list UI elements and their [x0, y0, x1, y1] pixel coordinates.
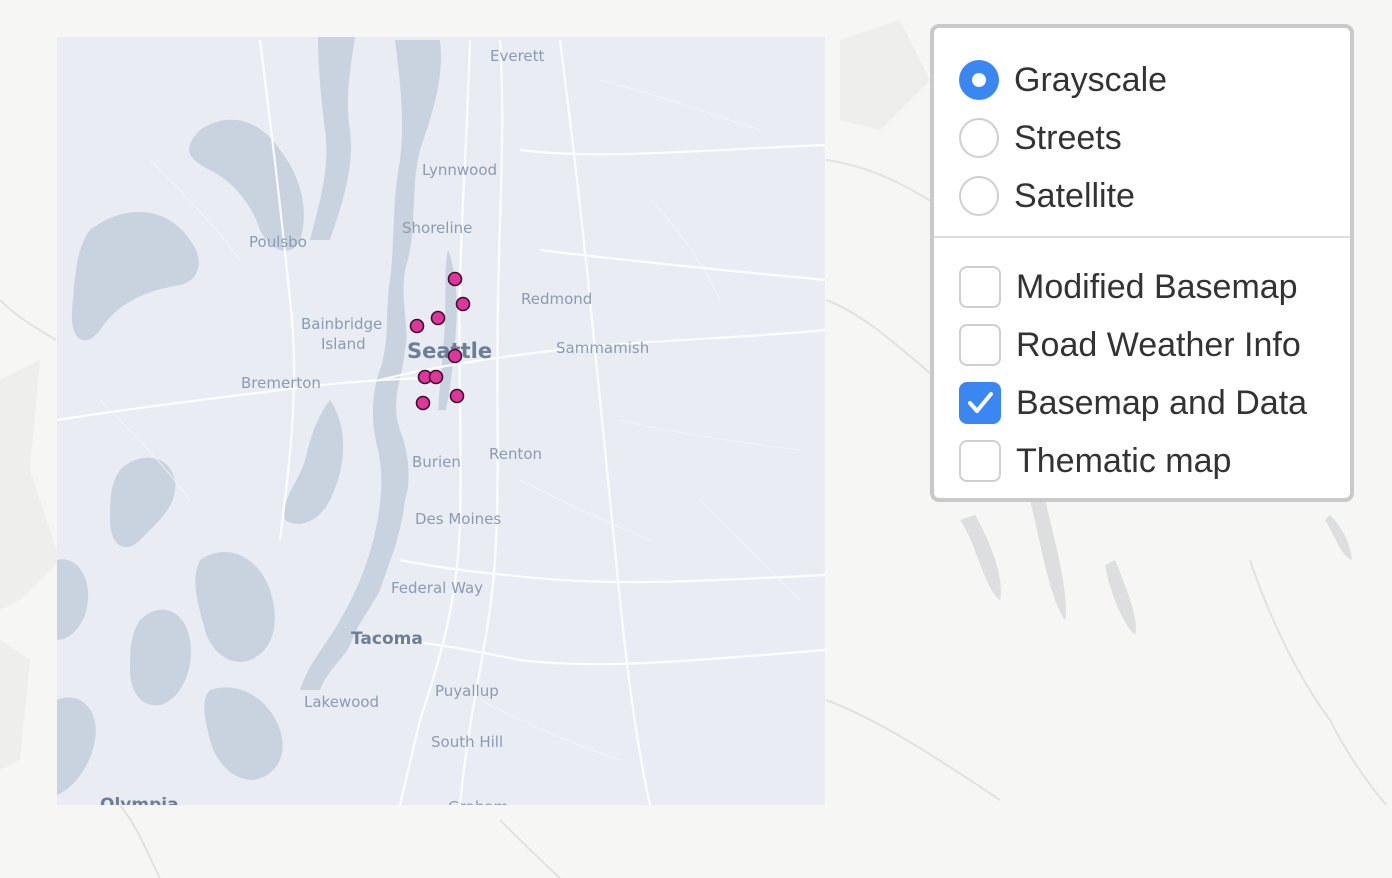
layer-option-satellite[interactable]: Satellite — [959, 174, 1135, 218]
marker-9[interactable] — [415, 395, 431, 411]
modified-basemap-label: Modified Basemap — [1016, 267, 1298, 306]
label-lynnwood: Lynnwood — [422, 161, 497, 179]
layer-option-streets[interactable]: Streets — [959, 116, 1122, 160]
thematic-map-checkbox[interactable] — [959, 440, 1001, 482]
thematic-map-label: Thematic map — [1016, 441, 1232, 480]
label-bremerton: Bremerton — [241, 374, 321, 392]
label-redmond: Redmond — [521, 290, 592, 308]
modified-basemap-checkbox[interactable] — [959, 266, 1001, 308]
overlay-option-road-weather-info[interactable]: Road Weather Info — [959, 323, 1301, 367]
map-bottom-margin — [0, 805, 1392, 878]
marker-5[interactable] — [447, 348, 463, 364]
marker-2[interactable] — [455, 296, 471, 312]
streets-label: Streets — [1014, 118, 1122, 157]
layer-option-grayscale[interactable]: Grayscale — [959, 58, 1167, 102]
label-des-moines: Des Moines — [415, 510, 501, 528]
overlay-option-basemap-and-data[interactable]: Basemap and Data — [959, 381, 1307, 425]
satellite-radio[interactable] — [959, 176, 999, 216]
road-weather-info-checkbox[interactable] — [959, 324, 1001, 366]
label-south-hill: South Hill — [431, 733, 503, 751]
overlay-option-thematic-map[interactable]: Thematic map — [959, 439, 1231, 483]
marker-8[interactable] — [449, 388, 465, 404]
marker-4[interactable] — [409, 318, 425, 334]
layer-separator — [934, 236, 1350, 238]
label-federal-way: Federal Way — [391, 579, 483, 597]
grayscale-label: Grayscale — [1014, 60, 1168, 99]
overlay-option-modified-basemap[interactable]: Modified Basemap — [959, 265, 1298, 309]
label-shoreline: Shoreline — [402, 219, 472, 237]
label-renton: Renton — [489, 445, 542, 463]
label-puyallup: Puyallup — [435, 682, 499, 700]
basemap-and-data-label: Basemap and Data — [1016, 383, 1308, 422]
label-everett: Everett — [490, 47, 545, 65]
label-lakewood: Lakewood — [304, 693, 379, 711]
basemap-and-data-checkbox[interactable] — [959, 382, 1001, 424]
label-sammamish: Sammamish — [556, 339, 649, 357]
label-poulsbo: Poulsbo — [249, 233, 307, 251]
label-burien: Burien — [412, 453, 461, 471]
label-bainbridge-1: Bainbridge — [301, 315, 382, 333]
layer-control: Grayscale Streets Satellite Modified Bas… — [930, 24, 1354, 502]
marker-7[interactable] — [428, 369, 444, 385]
marker-1[interactable] — [447, 271, 463, 287]
marker-3[interactable] — [430, 310, 446, 326]
label-tacoma: Tacoma — [351, 629, 423, 649]
grayscale-radio[interactable] — [959, 60, 999, 100]
streets-radio[interactable] — [959, 118, 999, 158]
label-bainbridge-2: Island — [321, 335, 366, 353]
checkmark-icon — [968, 392, 993, 413]
satellite-label: Satellite — [1014, 176, 1135, 215]
road-weather-info-label: Road Weather Info — [1016, 325, 1301, 364]
